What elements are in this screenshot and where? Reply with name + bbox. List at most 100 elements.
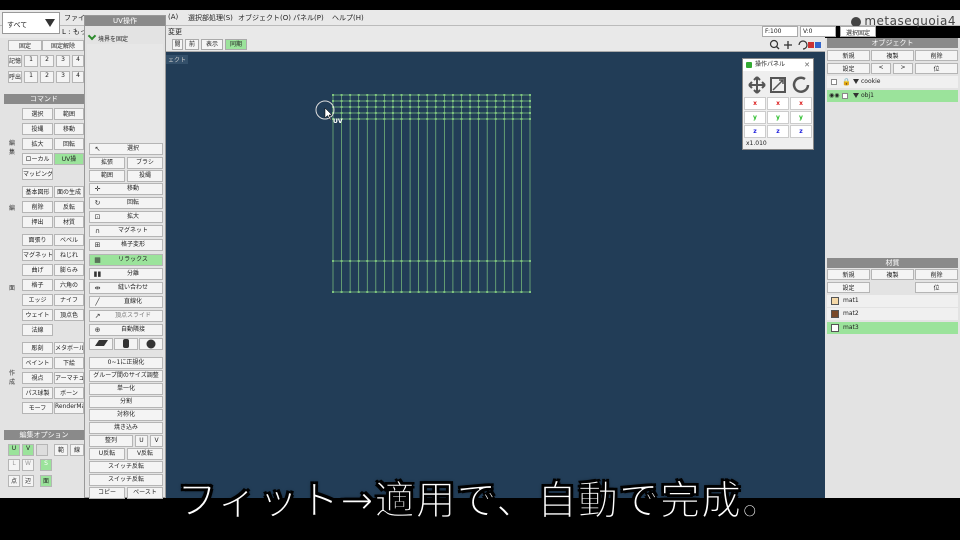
material-settings-button[interactable]: 設定	[827, 282, 870, 293]
uv-vertex[interactable]	[477, 112, 480, 114]
uv-relax-button[interactable]: ▦ リラックス	[89, 254, 163, 266]
uv-vertex[interactable]	[426, 100, 429, 102]
uv-vertex[interactable]	[486, 112, 489, 114]
uv-symmetrize-button[interactable]: 対称化	[89, 409, 163, 421]
uv-vertex[interactable]	[434, 106, 437, 108]
menu-selection[interactable]: 選択部処理(S)	[188, 13, 233, 23]
uv-vertex[interactable]	[357, 291, 360, 293]
uv-vertex[interactable]	[520, 100, 523, 102]
uv-vertex[interactable]	[469, 106, 472, 108]
uv-vertex[interactable]	[391, 100, 394, 102]
uv-vertex[interactable]	[426, 94, 429, 96]
uv-vertex[interactable]	[451, 112, 454, 114]
uv-vertex[interactable]	[332, 94, 334, 96]
uv-vertex[interactable]	[417, 118, 420, 120]
uv-vertex[interactable]	[383, 118, 386, 120]
uv-vertex[interactable]	[494, 94, 497, 96]
uv-vertex[interactable]	[426, 118, 429, 120]
uv-vertex[interactable]	[494, 106, 497, 108]
cmd-extrude[interactable]: 押出	[22, 216, 53, 228]
uv-vertex[interactable]	[486, 118, 489, 120]
cmd-magnet[interactable]: マグネット	[22, 249, 53, 261]
uv-vertex[interactable]	[451, 100, 454, 102]
uv-vertex[interactable]	[340, 106, 343, 108]
recall-1[interactable]: 1	[24, 71, 38, 83]
uv-vertex[interactable]	[503, 291, 506, 293]
uv-vertex[interactable]	[451, 118, 454, 120]
uv-vertex[interactable]	[417, 94, 420, 96]
zoom-icon[interactable]	[769, 39, 779, 49]
uv-lattice-button[interactable]: ⊞ 格子変形	[89, 239, 163, 251]
view-front-button[interactable]: 閲	[172, 39, 183, 50]
uv-vertex[interactable]	[469, 94, 472, 96]
uv-vertex[interactable]	[460, 112, 463, 114]
uv-vertex[interactable]	[357, 94, 360, 96]
boundary-fix-checkbox[interactable]: 境界を固定	[87, 31, 128, 43]
uv-vertex[interactable]	[366, 106, 369, 108]
uv-vertex[interactable]	[460, 291, 463, 293]
rotate-view-icon[interactable]	[798, 40, 808, 50]
uv-align-u-button[interactable]: U	[135, 435, 148, 447]
uv-range-button[interactable]: 範囲	[89, 170, 125, 182]
rotate-y[interactable]: y	[790, 111, 812, 124]
uv-vertex[interactable]	[374, 291, 377, 293]
uv-vertex[interactable]	[383, 94, 386, 96]
uv-vertex[interactable]	[460, 106, 463, 108]
move-view-icon[interactable]	[784, 41, 792, 49]
object-position-button[interactable]: 位	[915, 63, 958, 74]
cmd-path[interactable]: パス球製	[22, 387, 53, 399]
uv-vertex[interactable]	[366, 94, 369, 96]
uv-vertex[interactable]	[391, 106, 394, 108]
uv-vertex[interactable]	[426, 112, 429, 114]
uv-vertex[interactable]	[529, 118, 531, 120]
object-new-button[interactable]: 新規	[827, 50, 870, 61]
cmd-flip[interactable]: 反転	[54, 201, 84, 213]
rotate-z[interactable]: z	[790, 125, 812, 138]
uv-vertex[interactable]	[400, 260, 403, 262]
material-new-button[interactable]: 新規	[827, 269, 870, 280]
uv-viewport[interactable]	[166, 52, 825, 498]
uv-select-button[interactable]: ↖ 選択	[89, 143, 163, 155]
uv-vertex[interactable]	[417, 260, 420, 262]
cmd-uv[interactable]: UV操	[54, 153, 84, 165]
uv-vertex[interactable]	[520, 260, 523, 262]
uv-vertex[interactable]	[460, 118, 463, 120]
uv-vertex[interactable]	[426, 106, 429, 108]
uv-vertex[interactable]	[340, 291, 343, 293]
uv-vertex[interactable]	[391, 118, 394, 120]
uv-vertex[interactable]	[409, 291, 412, 293]
uv-group-size-button[interactable]: グループ間のサイズ調整	[89, 370, 163, 382]
uv-vertex[interactable]	[434, 100, 437, 102]
uv-vertex[interactable]	[477, 291, 480, 293]
uv-vertex[interactable]	[374, 118, 377, 120]
menu-panel[interactable]: パネル(P)	[293, 13, 324, 23]
move-axes-icon[interactable]	[748, 76, 766, 94]
opt-v[interactable]: V	[22, 444, 34, 456]
uv-auto-stitch-button[interactable]: ⊕ 自動隣接	[89, 324, 163, 336]
uv-vertex[interactable]	[460, 260, 463, 262]
uv-vertex[interactable]	[340, 94, 343, 96]
memory-2[interactable]: 2	[40, 55, 54, 67]
close-icon[interactable]: ✕	[804, 59, 810, 71]
uv-v-flip-button[interactable]: V反転	[127, 448, 163, 460]
uv-vertex[interactable]	[349, 118, 352, 120]
uv-vertex[interactable]	[374, 100, 377, 102]
uv-vertex[interactable]	[340, 260, 343, 262]
uv-vertex[interactable]	[486, 260, 489, 262]
uv-vertex[interactable]	[494, 112, 497, 114]
uv-vertex[interactable]	[443, 100, 446, 102]
uv-magnet-button[interactable]: ∩ マグネット	[89, 225, 163, 237]
select-fix-button[interactable]: 選択固定	[840, 26, 876, 37]
uv-bake-button[interactable]: 焼き込み	[89, 422, 163, 434]
uv-split-button[interactable]: ▮▮ 分離	[89, 268, 163, 280]
expand-icon[interactable]	[853, 93, 859, 98]
uv-vertex[interactable]	[451, 291, 454, 293]
uv-vertex[interactable]	[357, 118, 360, 120]
opt-range[interactable]: 範	[54, 444, 68, 456]
uv-vertex[interactable]	[349, 100, 352, 102]
uv-vertex[interactable]	[434, 291, 437, 293]
cmd-face-fill[interactable]: 面張り	[22, 234, 53, 246]
uv-vertex[interactable]	[391, 260, 394, 262]
uv-vertex[interactable]	[529, 100, 531, 102]
uv-vertex[interactable]	[511, 94, 514, 96]
